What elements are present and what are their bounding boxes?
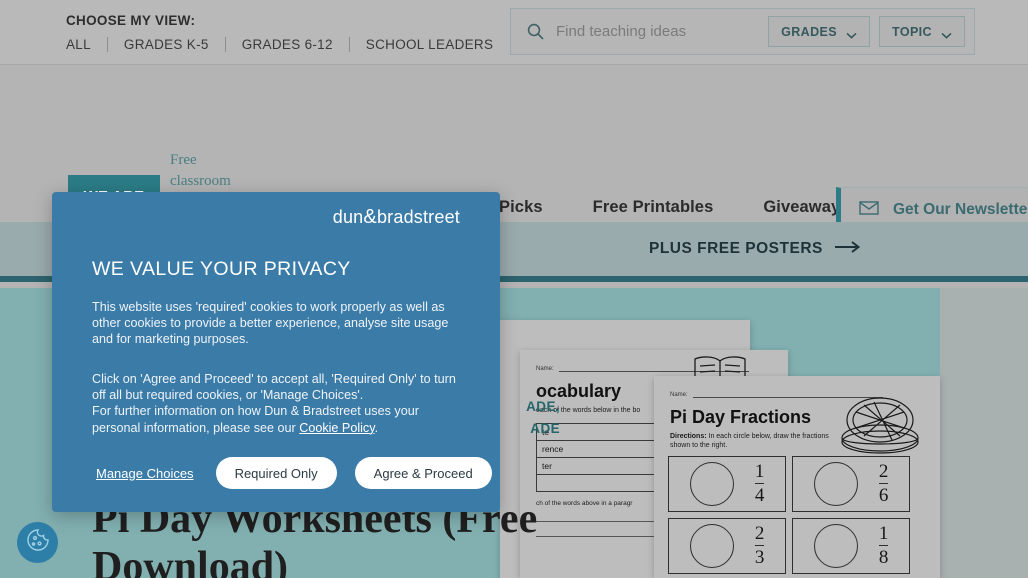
envelope-icon: [859, 200, 879, 220]
chevron-down-icon: [941, 28, 952, 39]
search-input[interactable]: [556, 23, 769, 40]
draw-circle[interactable]: [813, 524, 858, 568]
vocab-word: rence: [536, 440, 655, 458]
fraction-cell: 1 4: [668, 456, 786, 512]
brand-bradstreet: bradstreet: [376, 207, 460, 227]
search-icon: [527, 23, 544, 40]
cookie-preferences-button[interactable]: [17, 522, 58, 563]
fraction-numerator: 2: [754, 523, 765, 544]
privacy-paragraph-2: Click on 'Agree and Proceed' to accept a…: [92, 371, 464, 436]
directions-label: Directions:: [670, 433, 707, 440]
fraction-denominator: 3: [754, 545, 765, 568]
cookie-icon: [25, 527, 51, 558]
privacy-modal-heading: WE VALUE YOUR PRIVACY: [92, 258, 351, 280]
manage-choices-button[interactable]: Manage Choices: [92, 460, 198, 487]
dun-bradstreet-logo: dun&bradstreet: [333, 206, 460, 229]
arrow-right-icon: [834, 240, 861, 258]
topic-filter-dropdown[interactable]: TOPIC: [879, 16, 965, 47]
grades-filter-label: GRADES: [781, 24, 838, 39]
fraction-cell: 2 6: [792, 456, 910, 512]
brand-ampersand: &: [363, 206, 377, 228]
fraction-cell: 2 3: [668, 518, 786, 574]
draw-circle[interactable]: [689, 462, 734, 506]
topic-filter-label: TOPIC: [892, 24, 932, 39]
fraction-denominator: 4: [754, 483, 765, 506]
hero-right-gutter: [940, 288, 1028, 578]
search-bar: GRADES TOPIC: [510, 8, 975, 55]
worksheet-pi-directions: Directions: In each circle below, draw t…: [670, 432, 830, 450]
fraction-denominator: 8: [878, 545, 889, 568]
name-label: Name:: [536, 366, 554, 372]
fraction-value: 1 4: [754, 461, 765, 507]
top-utility-bar: CHOOSE MY VIEW: ALL GRADES K-5 GRADES 6-…: [0, 0, 1028, 65]
view-link-grades-k5[interactable]: GRADES K-5: [108, 37, 225, 52]
view-links: ALL GRADES K-5 GRADES 6-12 SCHOOL LEADER…: [66, 37, 509, 52]
fraction-numerator: 2: [878, 461, 889, 482]
privacy-modal-actions: Manage Choices Required Only Agree & Pro…: [92, 457, 492, 489]
fraction-numerator: 1: [754, 461, 765, 482]
draw-circle[interactable]: [813, 462, 858, 506]
privacy-paragraph-2c: .: [374, 420, 379, 435]
fraction-value: 2 6: [878, 461, 889, 507]
promo-cta-label: PLUS FREE POSTERS: [649, 240, 823, 257]
name-label: Name:: [670, 392, 688, 398]
brand-dun: dun: [332, 207, 364, 227]
required-only-button[interactable]: Required Only: [215, 457, 337, 489]
fractions-grid: 1 4 2 6 2 3 1 8: [668, 456, 910, 574]
view-link-all[interactable]: ALL: [66, 37, 107, 52]
fraction-denominator: 6: [878, 483, 889, 506]
view-link-school-leaders[interactable]: SCHOOL LEADERS: [350, 37, 510, 52]
vocab-word: [536, 474, 655, 492]
grades-filter-dropdown[interactable]: GRADES: [768, 16, 871, 47]
agree-proceed-button[interactable]: Agree & Proceed: [354, 457, 492, 489]
vocab-word: ter: [536, 457, 655, 475]
privacy-paragraph-1: This website uses 'required' cookies to …: [92, 300, 449, 347]
privacy-paragraph-2a: Click on 'Agree and Proceed' to accept a…: [92, 372, 456, 403]
fraction-numerator: 1: [878, 523, 889, 544]
privacy-consent-modal: dun&bradstreet WE VALUE YOUR PRIVACY Thi…: [52, 192, 500, 512]
fraction-value: 2 3: [754, 523, 765, 569]
pie-icon: [834, 390, 926, 458]
draw-circle[interactable]: [689, 524, 734, 568]
cookie-policy-link[interactable]: Cookie Policy: [299, 421, 374, 435]
chevron-down-icon: [846, 28, 857, 39]
promo-cta-link[interactable]: PLUS FREE POSTERS: [649, 240, 861, 258]
fraction-cell: 1 8: [792, 518, 910, 574]
get-newsletter-label: Get Our Newsletter: [893, 201, 1028, 218]
view-link-grades-6-12[interactable]: GRADES 6-12: [226, 37, 349, 52]
fraction-value: 1 8: [878, 523, 889, 569]
nav-item-free-printables[interactable]: Free Printables: [593, 198, 714, 217]
choose-view-label: CHOOSE MY VIEW:: [66, 13, 196, 28]
